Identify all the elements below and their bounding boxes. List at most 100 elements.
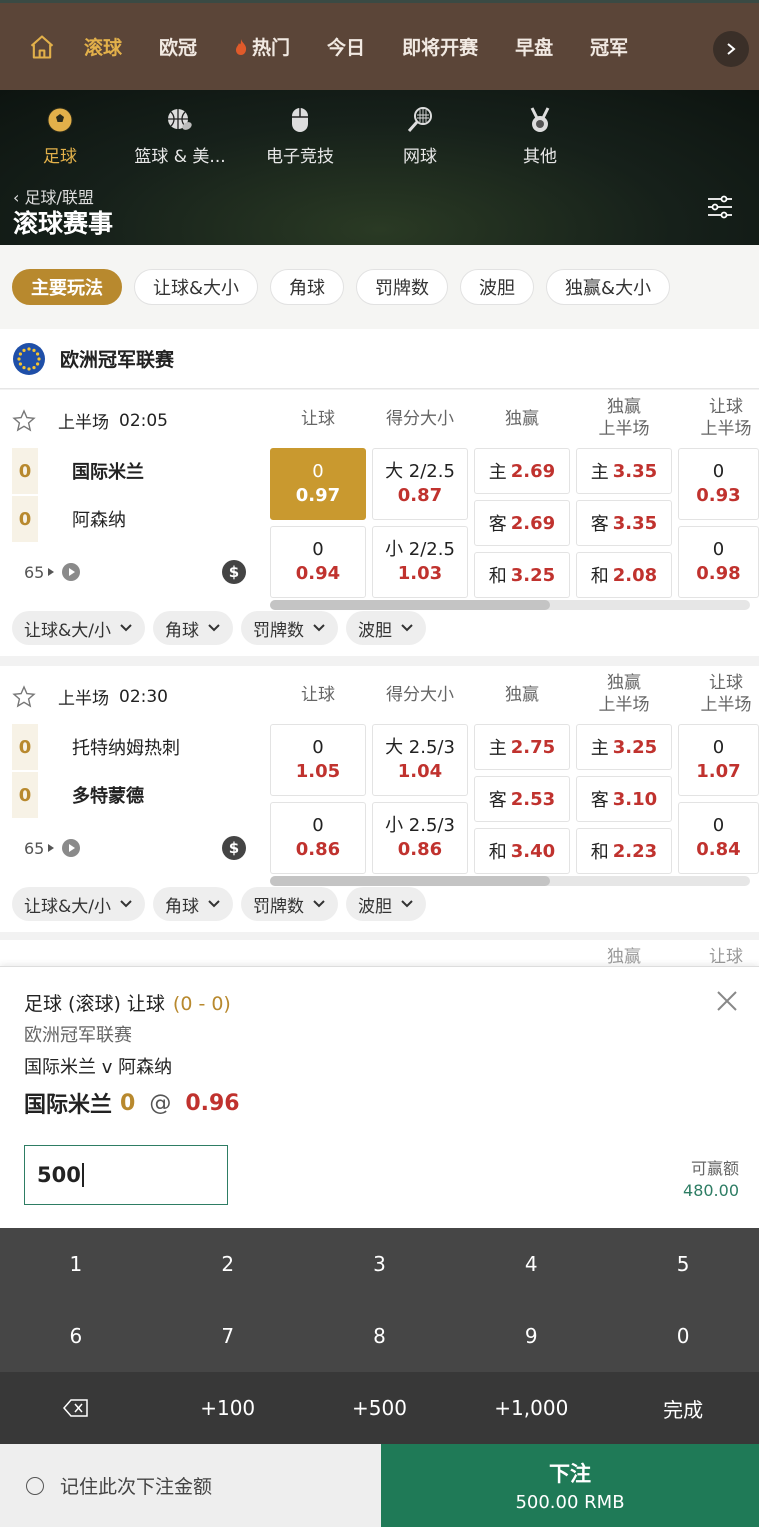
odds-value: 0.84 [696, 839, 741, 860]
odds-cell-half-handicap-away[interactable]: 0 0.98 [678, 526, 759, 598]
top-nav-outright[interactable]: 冠军 [590, 33, 628, 60]
odds-scrollbar[interactable] [270, 600, 750, 610]
sport-basketball[interactable]: 篮球 & 美... [120, 104, 240, 167]
chip-corners[interactable]: 角球 [152, 611, 233, 645]
top-nav-early[interactable]: 早盘 [515, 33, 553, 60]
odds-cell-winner-draw[interactable]: 和 3.25 [474, 552, 570, 598]
chip-correct-score[interactable]: 波胆 [345, 611, 426, 645]
star-icon[interactable] [12, 684, 36, 709]
chevron-down-icon [313, 900, 325, 908]
tab-cards[interactable]: 罚牌数 [356, 269, 449, 305]
tab-handicap-ou[interactable]: 让球&大小 [134, 269, 259, 305]
odds-cell-half-winner-home[interactable]: 主 3.25 [576, 724, 672, 770]
key-plus-1000[interactable]: +1,000 [455, 1372, 607, 1444]
col-header-ou: 得分大小 [386, 685, 454, 705]
tab-corners[interactable]: 角球 [270, 269, 345, 305]
chip-cards[interactable]: 罚牌数 [240, 887, 338, 921]
remember-stake-toggle[interactable]: 记住此次下注金额 [0, 1444, 381, 1527]
odds-cell-winner-home[interactable]: 主 2.69 [474, 448, 570, 494]
chip-cards[interactable]: 罚牌数 [240, 611, 338, 645]
odds-cell-half-winner-home[interactable]: 主 3.35 [576, 448, 672, 494]
odds-scrollbar[interactable] [270, 876, 750, 886]
key-0[interactable]: 0 [607, 1300, 759, 1372]
close-betslip-button[interactable] [715, 989, 739, 1017]
chip-handicap-ou[interactable]: 让球&大/小 [12, 887, 145, 921]
odds-cell-handicap-home[interactable]: 0 1.05 [270, 724, 366, 796]
done-key[interactable]: 完成 [607, 1372, 759, 1444]
sport-other[interactable]: 其他 [480, 104, 600, 167]
stake-input[interactable]: 500 [24, 1145, 228, 1205]
more-markets-link[interactable]: 65 [24, 562, 81, 582]
home-icon [30, 34, 54, 59]
cashout-icon[interactable]: $ [222, 560, 246, 584]
chip-correct-score[interactable]: 波胆 [345, 887, 426, 921]
top-nav-live[interactable]: 滚球 [84, 33, 122, 60]
sport-esports[interactable]: 电子竞技 [240, 104, 360, 167]
bet-market-label: 足球 (滚球) 让球 [24, 993, 165, 1015]
more-markets-link[interactable]: 65 [24, 838, 81, 858]
odds-cell-half-handicap-home[interactable]: 0 1.07 [678, 724, 759, 796]
key-8[interactable]: 8 [304, 1300, 456, 1372]
nav-scroll-right-button[interactable] [713, 31, 749, 67]
outcome-label: 和 [590, 566, 609, 587]
play-icon[interactable] [61, 838, 81, 858]
odds-cell-half-handicap-home[interactable]: 0 0.93 [678, 448, 759, 520]
key-3[interactable]: 3 [304, 1228, 456, 1300]
odds-cell-handicap-away[interactable]: 0 0.86 [270, 802, 366, 874]
odds-cell-winner-home[interactable]: 主 2.75 [474, 724, 570, 770]
odds-cell-handicap-home[interactable]: 0 0.97 [270, 448, 366, 520]
odds-cell-half-winner-away[interactable]: 客 3.35 [576, 500, 672, 546]
odds-cell-over[interactable]: 大 2/2.5 0.87 [372, 448, 468, 520]
odds-value: 0.94 [295, 563, 341, 584]
ou-line: 小 2.5/3 [385, 815, 455, 836]
home-button[interactable] [0, 2, 84, 92]
key-5[interactable]: 5 [607, 1228, 759, 1300]
key-1[interactable]: 1 [0, 1228, 152, 1300]
key-4[interactable]: 4 [455, 1228, 607, 1300]
tab-winner-ou[interactable]: 独赢&大小 [546, 269, 671, 305]
backspace-key[interactable] [0, 1372, 152, 1444]
odds-cell-winner-away[interactable]: 客 2.53 [474, 776, 570, 822]
key-plus-500[interactable]: +500 [304, 1372, 456, 1444]
outcome-label: 客 [488, 790, 507, 811]
chip-handicap-ou[interactable]: 让球&大/小 [12, 611, 145, 645]
cashout-icon[interactable]: $ [222, 836, 246, 860]
odds-cell-handicap-away[interactable]: 0 0.94 [270, 526, 366, 598]
odds-cell-half-winner-away[interactable]: 客 3.10 [576, 776, 672, 822]
match-market-chips: 让球&大/小 角球 罚牌数 波胆 [12, 611, 434, 645]
key-2[interactable]: 2 [152, 1228, 304, 1300]
place-bet-button[interactable]: 下注 500.00 RMB [381, 1444, 759, 1527]
odds-cell-winner-draw[interactable]: 和 3.40 [474, 828, 570, 874]
tab-main[interactable]: 主要玩法 [12, 269, 122, 305]
bet-fixture: 国际米兰 v 阿森纳 [24, 1057, 173, 1078]
potential-win: 可赢额 480.00 [683, 1155, 739, 1200]
odds-cell-winner-away[interactable]: 客 2.69 [474, 500, 570, 546]
key-plus-100[interactable]: +100 [152, 1372, 304, 1444]
top-nav-upcoming[interactable]: 即将开赛 [402, 33, 478, 60]
league-header[interactable]: 欧洲冠军联赛 [0, 329, 759, 389]
key-6[interactable]: 6 [0, 1300, 152, 1372]
league-name: 欧洲冠军联赛 [60, 349, 175, 371]
star-icon[interactable] [12, 408, 36, 433]
key-9[interactable]: 9 [455, 1300, 607, 1372]
chip-corners[interactable]: 角球 [152, 887, 233, 921]
key-7[interactable]: 7 [152, 1300, 304, 1372]
play-icon[interactable] [61, 562, 81, 582]
odds-cell-half-handicap-away[interactable]: 0 0.84 [678, 802, 759, 874]
sport-tennis[interactable]: 网球 [360, 104, 480, 167]
top-nav-today[interactable]: 今日 [327, 33, 365, 60]
scrollbar-thumb[interactable] [270, 876, 550, 886]
tab-correct-score[interactable]: 波胆 [460, 269, 535, 305]
sport-soccer[interactable]: 足球 [0, 104, 120, 167]
odds-cell-half-winner-draw[interactable]: 和 2.23 [576, 828, 672, 874]
chevron-down-icon [208, 624, 220, 632]
basketball-icon [168, 109, 192, 130]
odds-cell-under[interactable]: 小 2/2.5 1.03 [372, 526, 468, 598]
odds-cell-under[interactable]: 小 2.5/3 0.86 [372, 802, 468, 874]
top-nav-hot[interactable]: 热门 [234, 33, 290, 60]
scrollbar-thumb[interactable] [270, 600, 550, 610]
filter-button[interactable] [707, 195, 733, 223]
odds-cell-half-winner-draw[interactable]: 和 2.08 [576, 552, 672, 598]
top-nav-ucl[interactable]: 欧冠 [159, 33, 197, 60]
odds-cell-over[interactable]: 大 2.5/3 1.04 [372, 724, 468, 796]
